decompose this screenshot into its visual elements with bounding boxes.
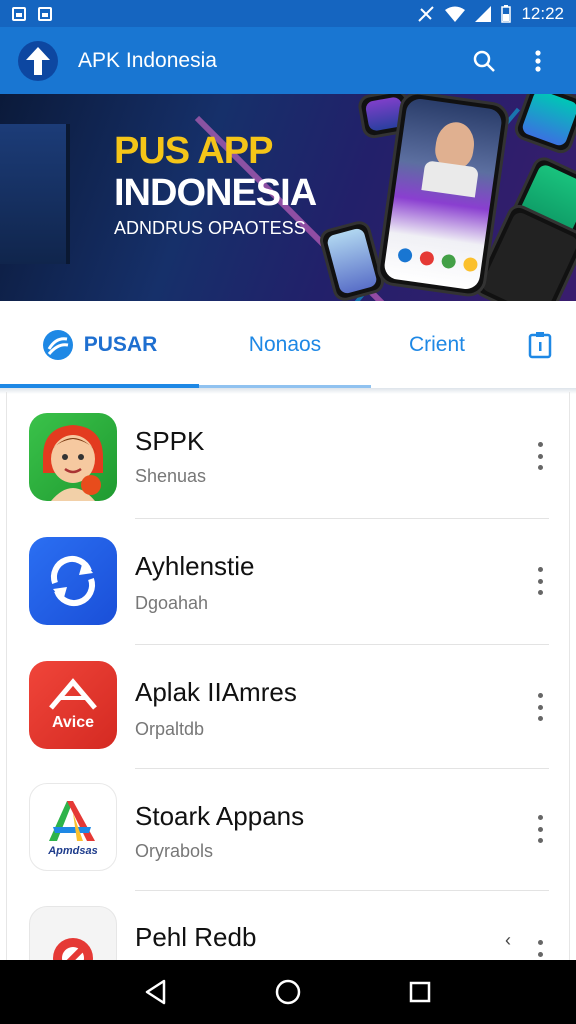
banner-window-graphic (0, 124, 70, 264)
aplak-app-icon: Avice (29, 661, 117, 749)
app-name: Pehl Redb (135, 922, 257, 952)
list-item[interactable]: Avice Aplak IIAmres Orpaltdb (7, 645, 569, 771)
banner-phone-left (317, 218, 387, 301)
search-icon (473, 50, 495, 72)
divider (135, 890, 549, 891)
app-name: Aplak IIAmres (135, 677, 297, 707)
banner-headline-2: INDONESIA (114, 172, 317, 214)
tab-nonaos[interactable]: Nonaos (199, 301, 371, 389)
item-menu-button[interactable] (527, 438, 553, 474)
status-bar: 12:22 (0, 0, 576, 27)
app-title: APK Indonesia (78, 48, 217, 72)
list-item[interactable]: Ayhlenstie Dgoahah (7, 519, 569, 645)
ayhlenstie-app-icon (29, 537, 117, 625)
list-item[interactable]: SPPK Shenuas (7, 392, 569, 519)
sppk-app-icon (29, 413, 117, 501)
back-triangle-icon (145, 979, 166, 1005)
battery-icon (501, 4, 512, 23)
item-menu-button[interactable] (527, 936, 553, 960)
recents-button[interactable] (400, 972, 440, 1012)
app-name: Ayhlenstie (135, 551, 255, 581)
list-item[interactable]: Pehl Redb ‹ (7, 892, 569, 960)
icon-label: Avice (51, 714, 95, 731)
more-vert-icon (535, 49, 541, 72)
clipboard-icon (528, 332, 551, 359)
item-menu-button[interactable] (527, 811, 553, 847)
clipboard-tab-button[interactable] (503, 301, 576, 389)
stoark-app-icon: Apmdsas (29, 783, 117, 871)
banner-phone-top-right (511, 94, 576, 157)
tab-pusar[interactable]: PUSAR (0, 301, 199, 389)
clock: 12:22 (521, 3, 564, 23)
wifi-icon (445, 6, 466, 22)
tab-bar: PUSAR Nonaos Crient (0, 301, 576, 389)
gallery-notification-icon (38, 6, 52, 21)
app-logo[interactable] (18, 40, 58, 81)
promo-banner[interactable]: PUS APP INDONESIA ADNDRUS OPAOTESS (0, 94, 576, 301)
back-button[interactable] (136, 972, 176, 1012)
icon-label: Apmdsas (48, 845, 98, 857)
home-button[interactable] (268, 972, 308, 1012)
pusar-logo-icon (42, 330, 73, 360)
list-item[interactable]: Apmdsas Stoark Appans Oryrabols (7, 769, 569, 895)
app-subtitle: Dgoahah (135, 593, 209, 613)
banner-headline: PUS APP (114, 130, 273, 172)
app-name: Stoark Appans (135, 801, 305, 831)
arrow-up-logo-icon (26, 46, 50, 75)
cell-signal-icon (475, 5, 492, 22)
search-button[interactable] (464, 41, 504, 81)
home-circle-icon (275, 979, 301, 1005)
tab-label: PUSAR (83, 333, 158, 356)
share-icon[interactable]: ‹ (505, 930, 511, 951)
overflow-menu-button[interactable] (518, 41, 558, 81)
image-notification-icon (12, 6, 26, 21)
app-list: SPPK Shenuas Ayhlenstie Dgoahah Avice Ap… (6, 392, 570, 960)
app-subtitle: Orpaltdb (135, 719, 205, 739)
no-signal-icon (418, 5, 435, 22)
banner-subtitle: ADNDRUS OPAOTESS (114, 218, 306, 238)
item-menu-button[interactable] (527, 689, 553, 725)
pehl-app-icon (29, 906, 117, 960)
app-bar: APK Indonesia (0, 27, 576, 94)
app-name: SPPK (135, 426, 205, 456)
app-subtitle: Oryrabols (135, 841, 214, 861)
item-menu-button[interactable] (527, 563, 553, 599)
tab-label: Crient (408, 333, 466, 356)
app-subtitle: Shenuas (135, 466, 207, 486)
recents-square-icon (409, 981, 431, 1003)
navigation-bar (0, 960, 576, 1024)
tab-crient[interactable]: Crient (371, 301, 503, 389)
tab-label: Nonaos (248, 333, 322, 356)
